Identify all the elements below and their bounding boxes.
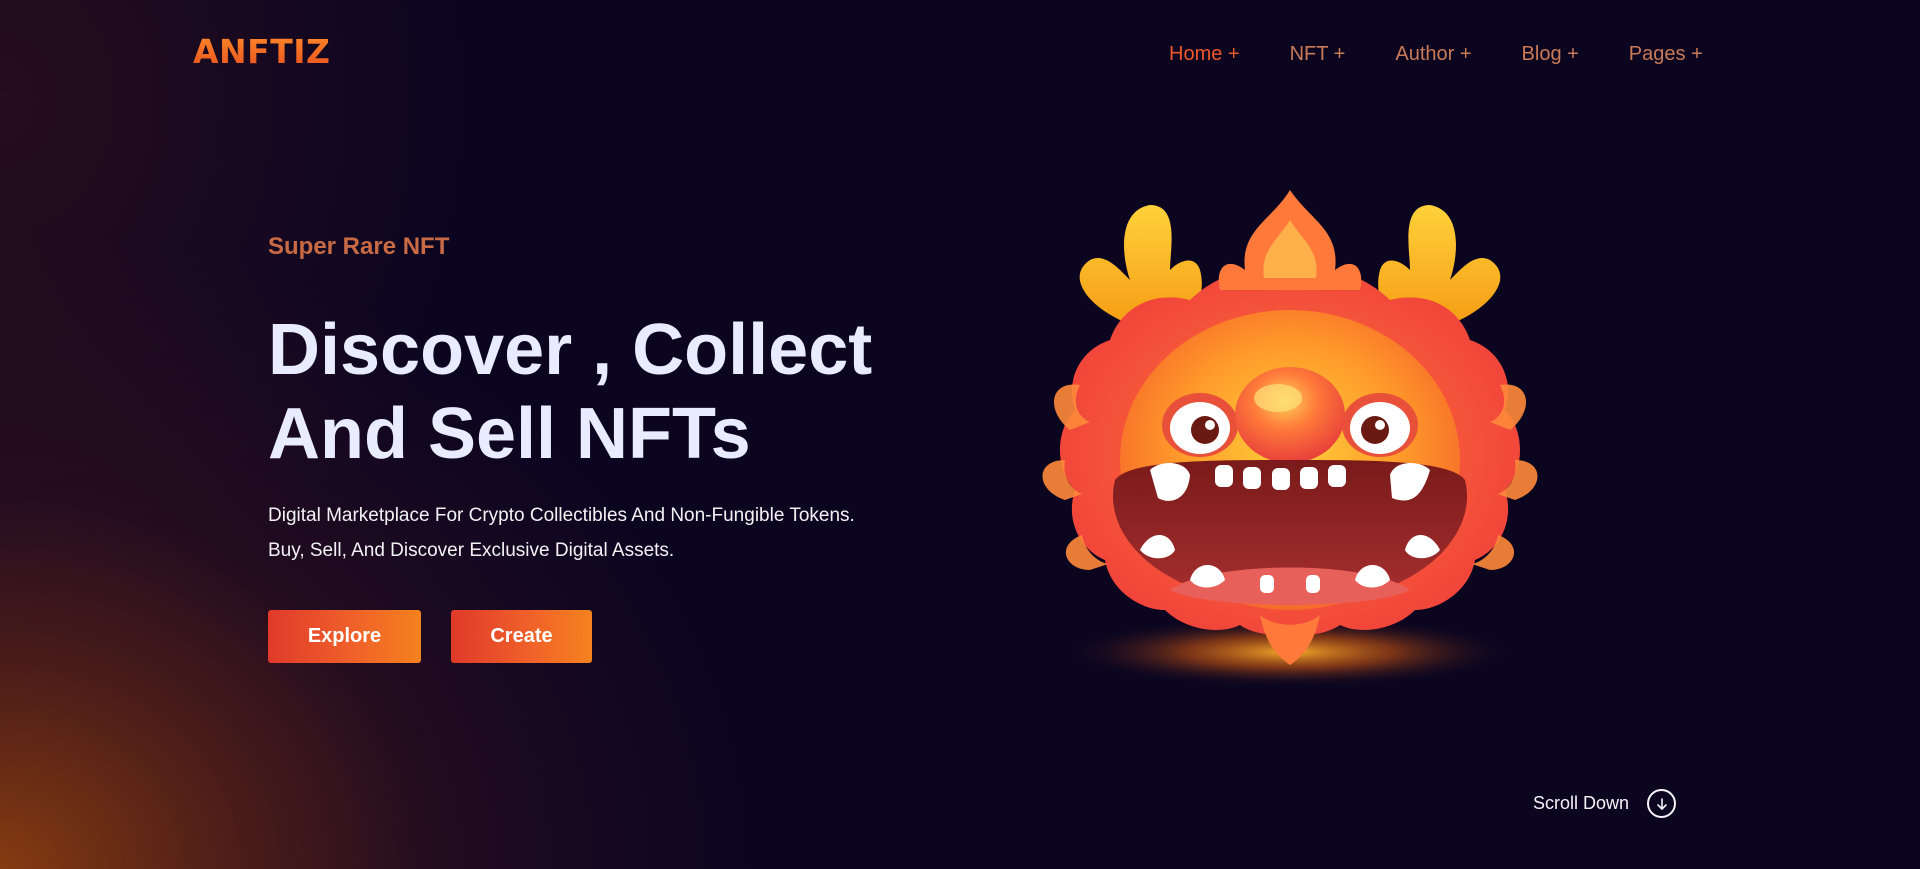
nav-item-nft[interactable]: NFT +: [1290, 43, 1346, 66]
explore-button[interactable]: Explore: [268, 610, 421, 663]
site-header: ANFTIZ Home + NFT + Author + Blog + Page…: [0, 0, 1920, 106]
hero-description-line-2: Buy, Sell, And Discover Exclusive Digita…: [268, 540, 675, 561]
site-logo[interactable]: ANFTIZ: [193, 32, 330, 71]
hero-headline-line-2: And Sell NFTs: [268, 394, 751, 474]
nav-item-author[interactable]: Author +: [1395, 43, 1471, 66]
hero-eyebrow: Super Rare NFT: [268, 233, 450, 260]
main-nav: Home + NFT + Author + Blog + Pages +: [1169, 43, 1703, 66]
hero-section: Super Rare NFT Discover , Collect And Se…: [268, 228, 968, 663]
create-button[interactable]: Create: [451, 610, 592, 663]
nav-item-pages[interactable]: Pages +: [1629, 43, 1703, 66]
hero-headline: Discover , Collect And Sell NFTs: [268, 308, 968, 476]
hero-headline-line-1: Discover , Collect: [268, 310, 873, 390]
scroll-down-link[interactable]: Scroll Down: [1533, 789, 1677, 818]
fire-dragon-mascot-illustration: [1042, 190, 1538, 688]
nav-item-blog[interactable]: Blog +: [1522, 43, 1579, 66]
hero-buttons: Explore Create: [268, 610, 968, 663]
scroll-down-label: Scroll Down: [1533, 793, 1630, 813]
hero-description-line-1: Digital Marketplace For Crypto Collectib…: [268, 505, 855, 526]
arrow-down-circle-icon[interactable]: [1647, 789, 1677, 818]
nav-item-home[interactable]: Home +: [1169, 43, 1240, 66]
hero-description: Digital Marketplace For Crypto Collectib…: [268, 498, 968, 568]
